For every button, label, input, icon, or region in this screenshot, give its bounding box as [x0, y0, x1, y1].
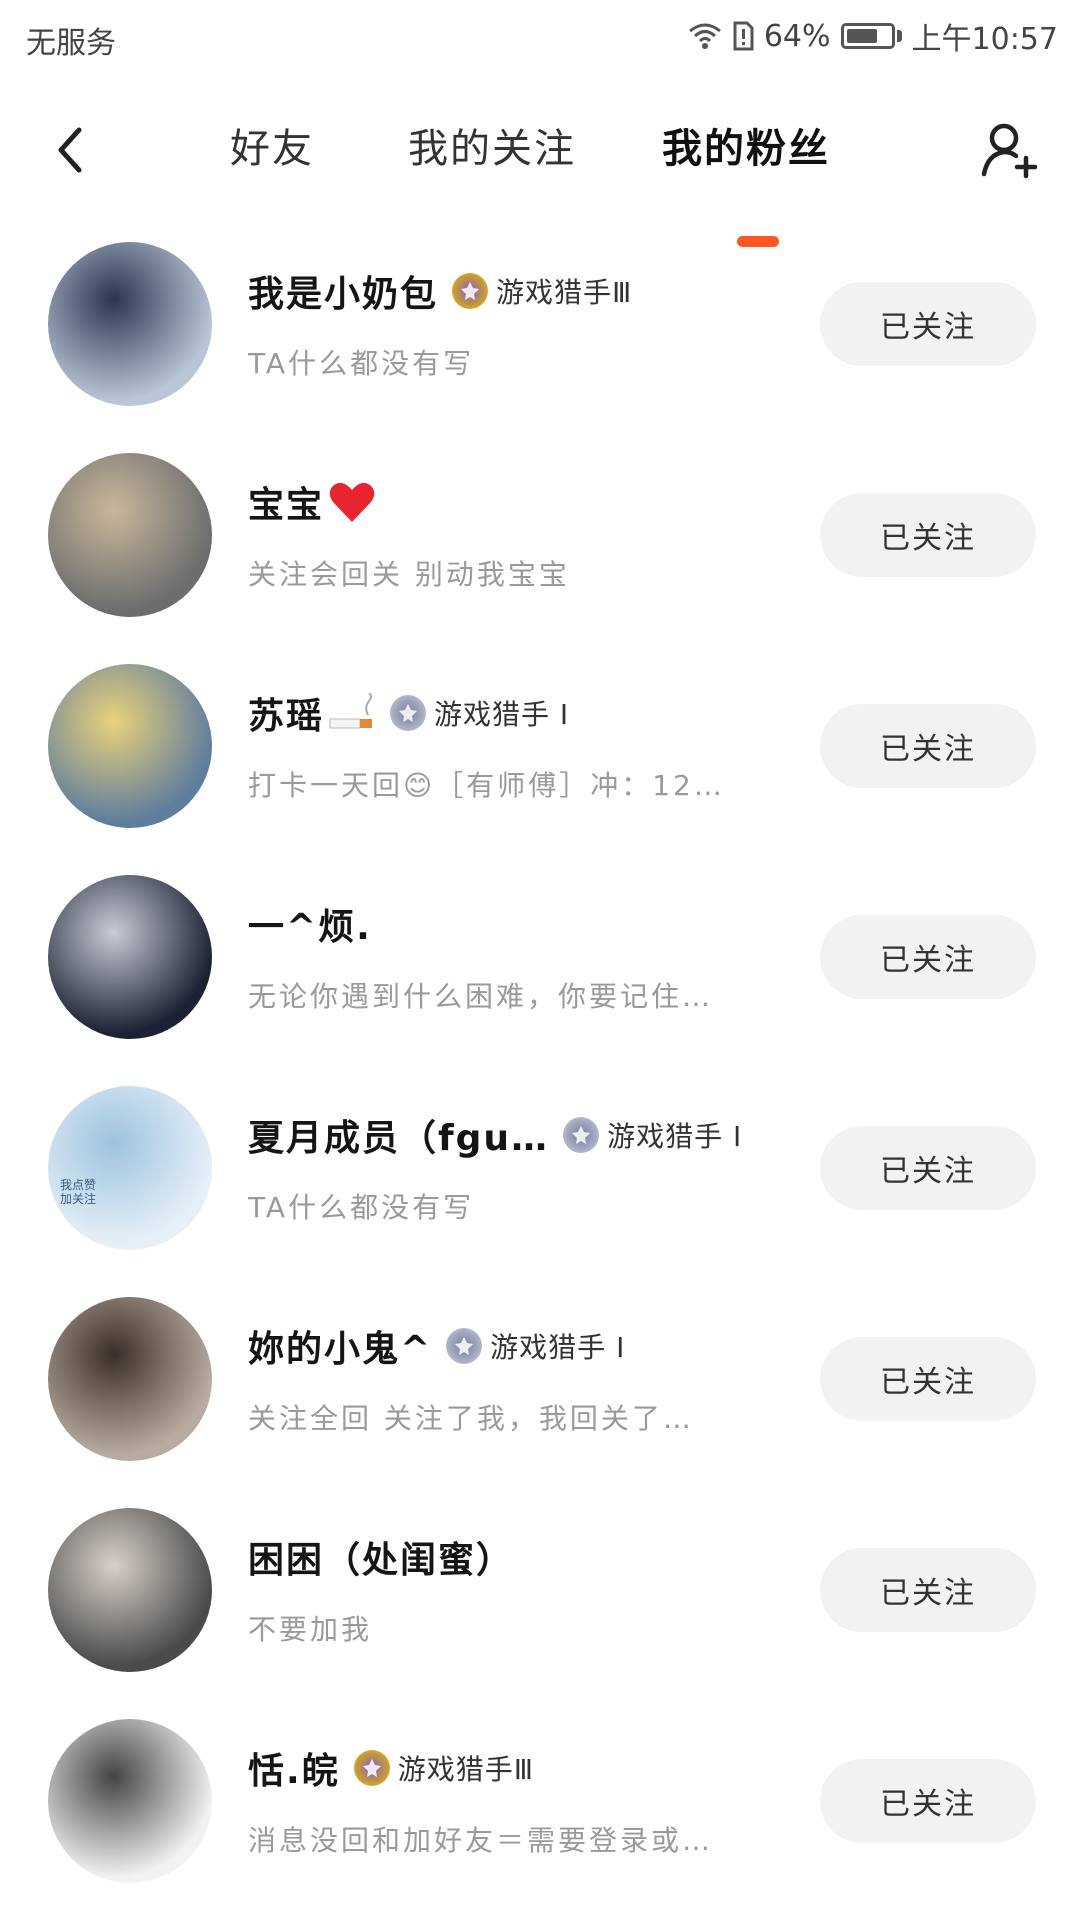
- fan-signature: 关注全回 关注了我，我回关了…: [248, 1402, 694, 1435]
- name-line: 恬.皖 游戏猎手Ⅲ: [248, 1743, 534, 1793]
- tab-following[interactable]: 我的关注: [398, 116, 586, 174]
- fan-name: 宝宝: [248, 485, 325, 526]
- status-icons: 64% 上午10:57: [688, 14, 1058, 58]
- fan-row-1[interactable]: 我是小奶包 游戏猎手Ⅲ TA什么都没有写 已关注: [0, 230, 1080, 441]
- hunter-badge-label: 游戏猎手Ⅲ: [397, 1753, 534, 1786]
- hunter-badge[interactable]: 游戏猎手Ⅲ: [452, 271, 632, 311]
- followed-button[interactable]: 已关注: [820, 704, 1036, 788]
- back-button[interactable]: [40, 110, 100, 190]
- name-line: 苏瑶 游戏猎手 Ⅰ: [248, 688, 569, 738]
- followed-button[interactable]: 已关注: [820, 915, 1036, 999]
- fan-signature: 打卡一天回😊［有师傅］冲：12…: [248, 769, 725, 802]
- fan-signature: 无论你遇到什么困难，你要记住…: [248, 980, 714, 1013]
- wifi-icon: [688, 22, 722, 50]
- fan-signature: TA什么都没有写: [248, 347, 475, 380]
- fan-row-7[interactable]: 困困（处闺蜜） 不要加我 已关注: [0, 1496, 1080, 1707]
- fan-row-8[interactable]: 恬.皖 游戏猎手Ⅲ 消息没回和加好友＝需要登录或… 已关注: [0, 1707, 1080, 1918]
- name-line: 我是小奶包 游戏猎手Ⅲ: [248, 266, 632, 316]
- fan-signature: 不要加我: [248, 1613, 373, 1646]
- hunter-badge-label: 游戏猎手 Ⅰ: [490, 1331, 626, 1364]
- hunter-badge[interactable]: 游戏猎手 Ⅰ: [563, 1115, 742, 1155]
- heart-icon: [329, 482, 375, 522]
- fan-name: 苏瑶: [248, 696, 325, 737]
- fan-name: 困困（处闺蜜）: [248, 1540, 515, 1581]
- fan-signature: 消息没回和加好友＝需要登录或…: [248, 1824, 714, 1857]
- battery-icon: [840, 23, 902, 49]
- name-line: 困困（处闺蜜）: [248, 1532, 514, 1582]
- chevron-left-icon: [58, 127, 82, 173]
- fan-signature: 关注会回关 别动我宝宝: [248, 558, 570, 591]
- avatar[interactable]: [48, 453, 212, 617]
- followed-button[interactable]: 已关注: [820, 282, 1036, 366]
- name-line: 宝宝: [248, 477, 376, 527]
- hunter-badge[interactable]: 游戏猎手Ⅲ: [353, 1748, 534, 1788]
- fans-list: 我是小奶包 游戏猎手Ⅲ TA什么都没有写 已关注 宝宝 关注会回关 别动我宝宝 …: [0, 230, 1080, 1918]
- fan-row-5[interactable]: 我点赞 加关注 夏月成员（fgu… 游戏猎手 Ⅰ TA什么都没有写 已关注: [0, 1074, 1080, 1285]
- add-friend-button[interactable]: [970, 110, 1050, 190]
- avatar[interactable]: [48, 1508, 212, 1672]
- cigarette-icon: [329, 693, 373, 729]
- sim-alert-icon: [732, 21, 754, 51]
- hunter-badge-icon: [563, 1117, 600, 1153]
- status-bar: 无服务 64% 上午10:57: [0, 0, 1080, 80]
- followed-button[interactable]: 已关注: [820, 1548, 1036, 1632]
- add-user-icon: [981, 123, 1038, 179]
- avatar[interactable]: [48, 1297, 212, 1461]
- avatar[interactable]: [48, 1719, 212, 1883]
- clock: 上午10:57: [911, 22, 1058, 57]
- avatar[interactable]: [48, 875, 212, 1039]
- fan-name: 我是小奶包: [248, 274, 439, 315]
- hunter-badge-icon: [390, 695, 427, 731]
- followed-button[interactable]: 已关注: [820, 1759, 1036, 1843]
- header: 好友 我的关注 我的粉丝: [0, 80, 1080, 247]
- carrier-label: 无服务: [26, 26, 116, 61]
- avatar[interactable]: [48, 664, 212, 828]
- name-emoji: [328, 480, 376, 524]
- fan-name: 妳的小鬼^: [248, 1329, 433, 1370]
- name-emoji: [328, 693, 376, 733]
- name-line: 妳的小鬼^ 游戏猎手 Ⅰ: [248, 1321, 625, 1371]
- hunter-badge-label: 游戏猎手 Ⅰ: [434, 698, 570, 731]
- fan-name: 夏月成员（fgu…: [248, 1118, 550, 1159]
- battery-percent: 64%: [763, 18, 831, 54]
- avatar-caption: 我点赞 加关注: [60, 1178, 97, 1206]
- avatar[interactable]: [48, 242, 212, 406]
- fan-name: 一^烦.: [248, 907, 372, 948]
- tab-fans[interactable]: 我的粉丝: [652, 116, 840, 174]
- fan-signature: TA什么都没有写: [248, 1191, 475, 1224]
- hunter-badge[interactable]: 游戏猎手 Ⅰ: [446, 1326, 625, 1366]
- fan-row-6[interactable]: 妳的小鬼^ 游戏猎手 Ⅰ 关注全回 关注了我，我回关了… 已关注: [0, 1285, 1080, 1496]
- hunter-badge[interactable]: 游戏猎手 Ⅰ: [390, 693, 569, 733]
- followed-button[interactable]: 已关注: [820, 1126, 1036, 1210]
- name-line: 一^烦.: [248, 899, 372, 949]
- fan-row-2[interactable]: 宝宝 关注会回关 别动我宝宝 已关注: [0, 441, 1080, 652]
- followed-button[interactable]: 已关注: [820, 493, 1036, 577]
- fan-row-4[interactable]: 一^烦. 无论你遇到什么困难，你要记住… 已关注: [0, 863, 1080, 1074]
- hunter-badge-label: 游戏猎手Ⅲ: [496, 276, 633, 309]
- tab-friends[interactable]: 好友: [220, 116, 324, 174]
- fan-name: 恬.皖: [248, 1751, 340, 1792]
- avatar[interactable]: 我点赞 加关注: [48, 1086, 212, 1250]
- hunter-badge-label: 游戏猎手 Ⅰ: [607, 1120, 743, 1153]
- name-line: 夏月成员（fgu… 游戏猎手 Ⅰ: [248, 1110, 742, 1160]
- hunter-badge-icon: [452, 273, 489, 309]
- hunter-badge-icon: [446, 1328, 483, 1364]
- followed-button[interactable]: 已关注: [820, 1337, 1036, 1421]
- hunter-badge-icon: [353, 1750, 390, 1786]
- fan-row-3[interactable]: 苏瑶 游戏猎手 Ⅰ 打卡一天回😊［有师傅］冲：12… 已关注: [0, 652, 1080, 863]
